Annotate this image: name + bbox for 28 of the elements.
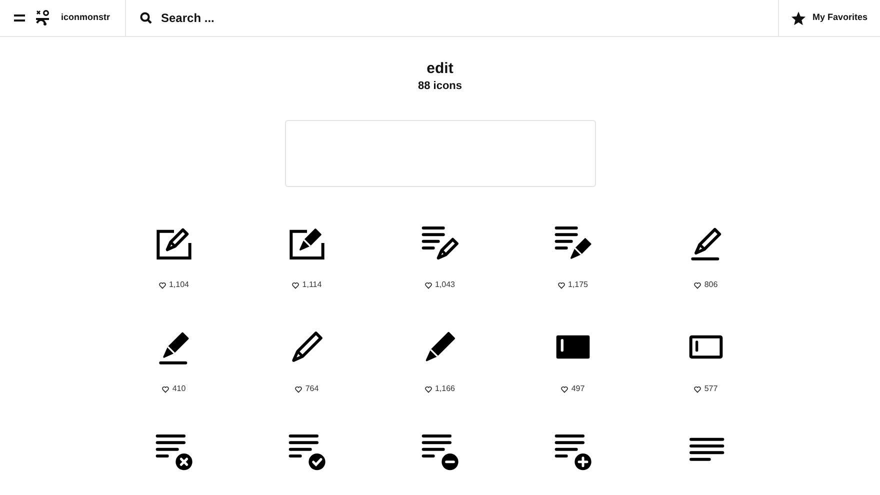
- like-count: 1,114: [302, 279, 322, 291]
- heart-icon: [694, 282, 702, 288]
- like-count: 410: [172, 383, 186, 395]
- star-icon: [791, 10, 806, 26]
- brand-name[interactable]: iconmonstr: [61, 11, 110, 25]
- heart-icon: [162, 386, 170, 392]
- like-count: 497: [571, 383, 585, 395]
- like-count: 1,043: [434, 279, 456, 291]
- like-count: 764: [305, 383, 319, 395]
- heart-icon: [158, 282, 166, 288]
- heart-icon: [561, 386, 568, 392]
- icon-count: 88 icons: [416, 78, 464, 94]
- favorites-link[interactable]: My Favorites: [778, 0, 880, 36]
- heart-icon: [424, 282, 432, 288]
- like-count: 1,175: [568, 279, 588, 291]
- page-title: edit: [426, 61, 454, 78]
- like-count: 806: [704, 279, 718, 291]
- search-icon: [140, 12, 152, 24]
- heart-icon: [424, 386, 432, 392]
- like-count: 577: [704, 383, 718, 395]
- menu-icon[interactable]: [14, 14, 25, 22]
- heart-icon: [292, 282, 300, 288]
- like-count: 1,104: [168, 279, 190, 291]
- heart-icon: [295, 386, 302, 392]
- like-count: 1,166: [434, 383, 456, 395]
- logo-icon[interactable]: [35, 10, 51, 26]
- heart-icon: [694, 386, 702, 392]
- heart-icon: [558, 282, 565, 288]
